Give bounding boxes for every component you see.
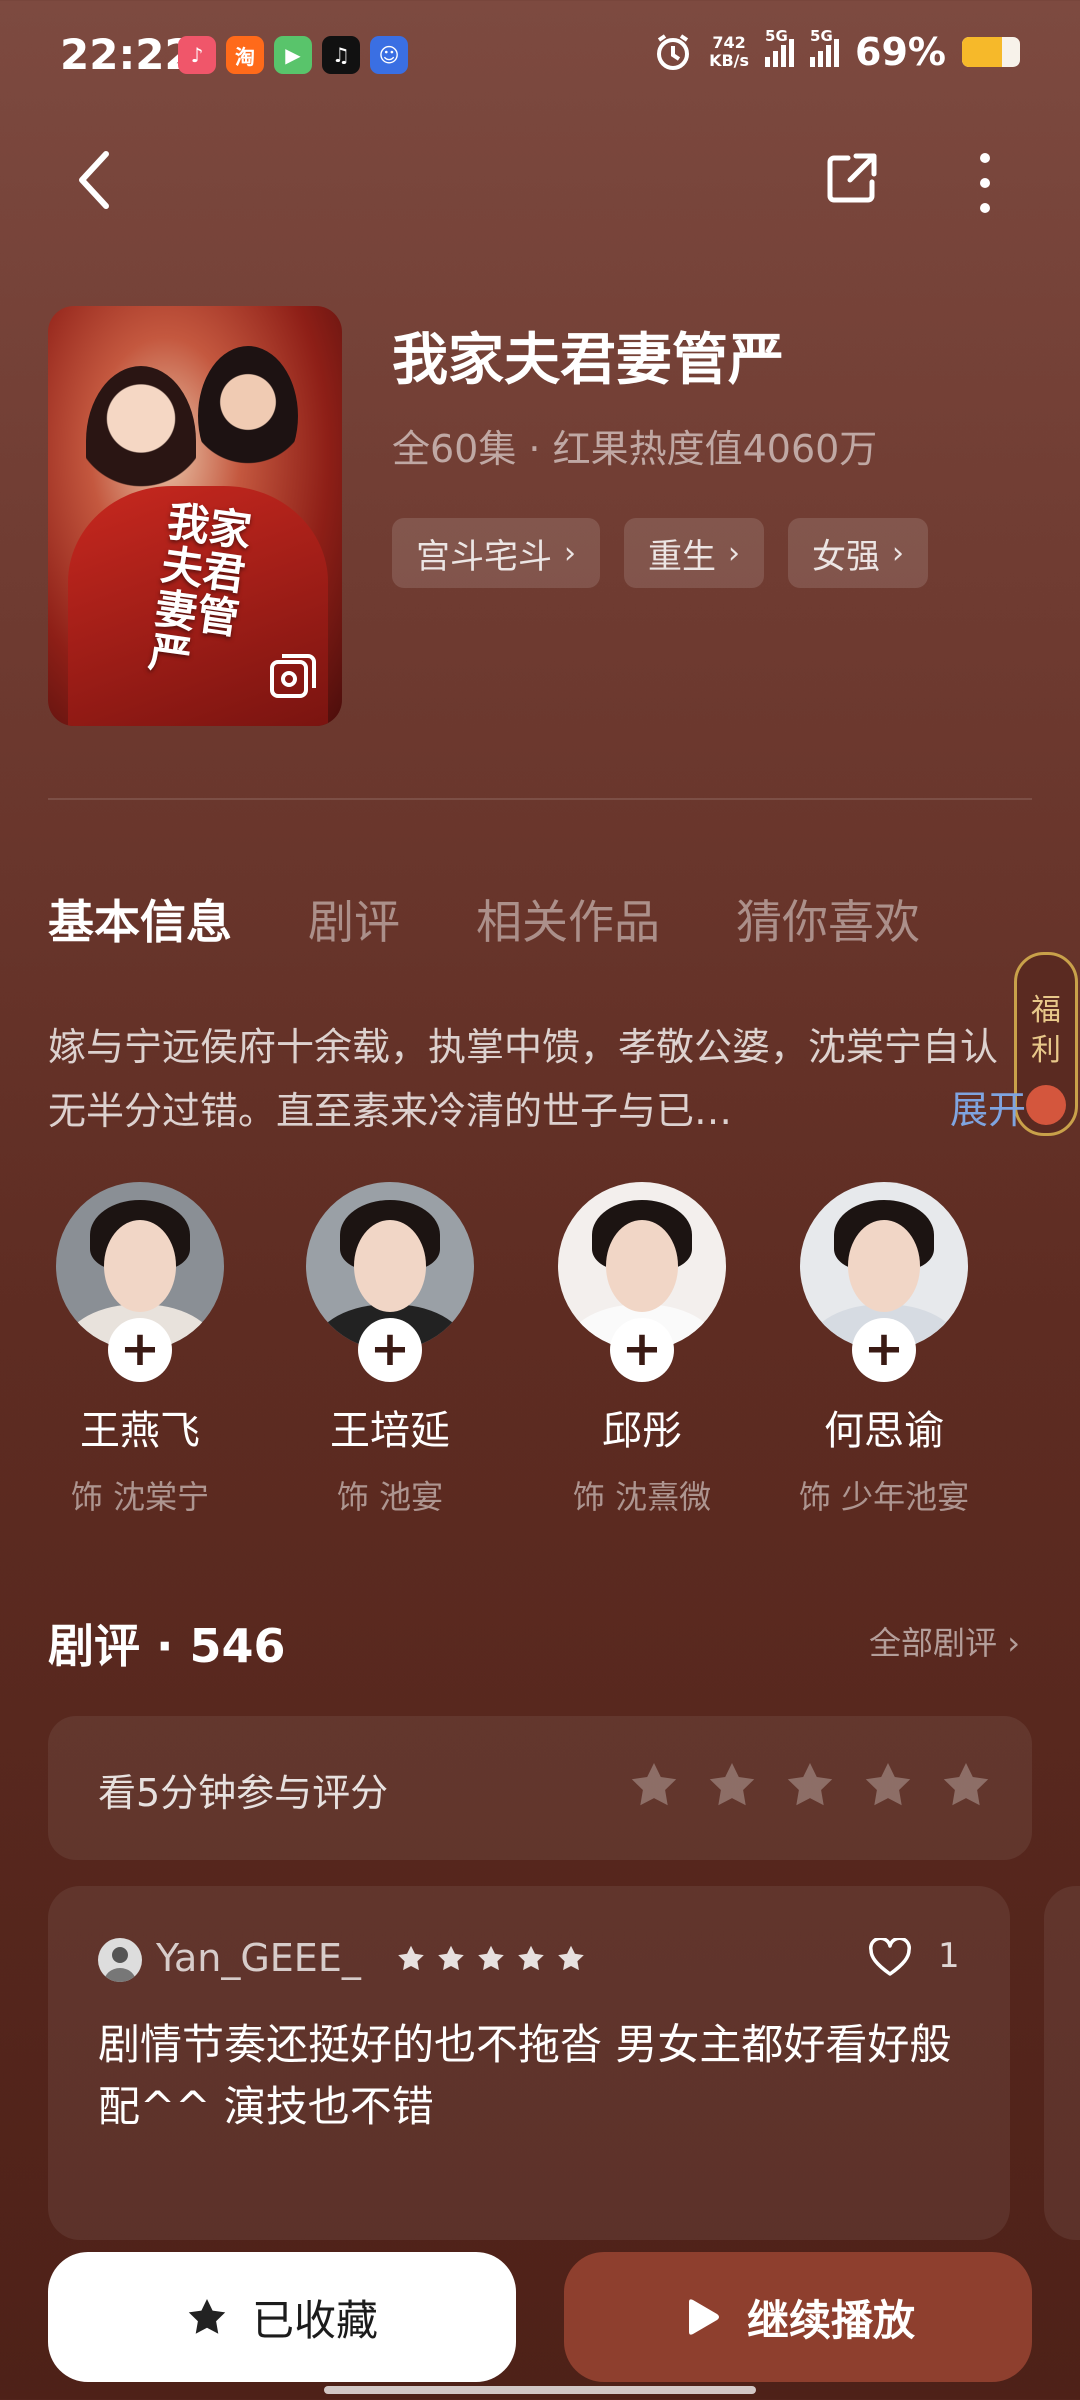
app-icon: ☺ [370, 36, 408, 74]
reviews-title: 剧评 · 546 [48, 1619, 286, 1673]
tag-button[interactable]: 女强 › [788, 518, 928, 588]
signal-2: 5G [810, 27, 840, 67]
status-right: 742 KB/s 5G 5G 69% [653, 27, 1020, 74]
review-star-icon [558, 1945, 584, 1971]
chevron-right-icon: › [1007, 1624, 1020, 1662]
review-star-icon [438, 1945, 464, 1971]
tab-bar: 基本信息 剧评 相关作品 猜你喜欢 [48, 886, 920, 952]
status-time: 22:22 [60, 30, 194, 79]
synopsis-text: 嫁与宁远侯府十余载，执掌中馈，孝敬公婆，沈棠宁自认无半分过错。直至素来冷清的世子… [48, 1025, 999, 1133]
battery-percent: 69% [855, 30, 946, 74]
drama-poster[interactable]: 我家夫君妻管严 [48, 306, 342, 726]
signal-1: 5G [765, 27, 795, 67]
heart-icon[interactable] [868, 1938, 912, 1978]
review-star-icon [398, 1945, 424, 1971]
tag-button[interactable]: 重生 › [624, 518, 764, 588]
collect-button[interactable]: 已收藏 [48, 2252, 516, 2382]
rate-star-icon[interactable] [862, 1760, 914, 1812]
actor-name: 王培延 [330, 1408, 450, 1454]
genre-tags: 宫斗宅斗 › 重生 › 女强 › [392, 518, 928, 588]
follow-plus-icon[interactable]: + [108, 1318, 172, 1382]
actor-role: 饰 沈棠宁 [70, 1478, 210, 1516]
battery-icon [962, 37, 1020, 67]
review-card-next[interactable] [1044, 1886, 1080, 2240]
net-speed: 742 KB/s [709, 33, 750, 70]
rate-prompt: 看5分钟参与评分 [98, 1771, 389, 1815]
actor-role: 饰 沈熹微 [572, 1478, 712, 1516]
review-star-icon [478, 1945, 504, 1971]
welfare-badge-icon [1026, 1085, 1066, 1125]
cast-item[interactable]: + 何思谕 饰 少年池宴 [774, 1182, 994, 1518]
welfare-label: 福利 [1031, 993, 1061, 1068]
taobao-icon: 淘 [226, 36, 264, 74]
cast-item[interactable]: + 邱彤 饰 沈熹微 [532, 1182, 752, 1518]
tab-recommend[interactable]: 猜你喜欢 [736, 886, 920, 952]
cast-item[interactable]: + 王培延 饰 池宴 [280, 1182, 500, 1518]
review-star-icon [518, 1945, 544, 1971]
review-card[interactable]: Yan_GEEE_ 1 剧情节奏还挺好的也不拖沓 男女主都好看好般配^^ 演技也… [48, 1886, 1010, 2240]
expand-link[interactable]: 展开 [950, 1079, 1026, 1134]
star-filled-icon [188, 2299, 226, 2334]
chevron-right-icon: › [892, 535, 904, 571]
status-app-icons: ♪ 淘 ▶ ♫ ☺ [178, 36, 408, 74]
home-indicator[interactable] [324, 2386, 756, 2394]
review-text: 剧情节奏还挺好的也不拖沓 男女主都好看好般配^^ 演技也不错 [98, 2020, 952, 2131]
like-count: 1 [938, 1936, 960, 1976]
tab-related[interactable]: 相关作品 [476, 886, 660, 952]
share-icon[interactable] [822, 148, 882, 208]
actor-role: 饰 池宴 [336, 1478, 444, 1516]
chevron-right-icon: › [728, 535, 740, 571]
more-vertical-icon[interactable] [970, 150, 1000, 216]
douyin-icon: ♪ [178, 36, 216, 74]
tab-reviews[interactable]: 剧评 [308, 886, 400, 952]
video-icon: ▶ [274, 36, 312, 74]
divider [48, 798, 1032, 800]
tag-button[interactable]: 宫斗宅斗 › [392, 518, 600, 588]
rate-star-icon[interactable] [784, 1760, 836, 1812]
chevron-right-icon: › [564, 535, 576, 571]
alarm-icon [657, 34, 690, 70]
actor-name: 王燕飞 [80, 1408, 200, 1454]
cast-list: + 王燕飞 饰 沈棠宁 + 王培延 饰 池宴 + 邱彤 饰 沈熹微 + 何思谕 … [48, 1182, 1080, 1522]
actor-name: 何思谕 [824, 1408, 944, 1454]
drama-title: 我家夫君妻管严 [392, 328, 784, 393]
rating-stars [628, 1760, 992, 1812]
actor-role: 饰 少年池宴 [798, 1478, 970, 1516]
rate-star-icon[interactable] [628, 1760, 680, 1812]
drama-meta: 全60集 · 红果热度值4060万 [392, 427, 878, 471]
review-username: Yan_GEEE_ [156, 1936, 361, 1980]
follow-plus-icon[interactable]: + [358, 1318, 422, 1382]
rate-star-icon[interactable] [706, 1760, 758, 1812]
rate-star-icon[interactable] [940, 1760, 992, 1812]
gallery-icon[interactable] [268, 650, 320, 702]
follow-plus-icon[interactable]: + [610, 1318, 674, 1382]
actor-name: 邱彤 [602, 1408, 682, 1454]
chevron-left-icon[interactable] [70, 148, 122, 212]
continue-play-button[interactable]: 继续播放 [564, 2252, 1032, 2382]
tab-basic-info[interactable]: 基本信息 [48, 886, 232, 952]
avatar [98, 1938, 142, 1982]
play-icon [688, 2299, 719, 2335]
all-reviews-link[interactable]: 全部剧评 › [869, 1618, 1020, 1664]
cast-item[interactable]: + 王燕飞 饰 沈棠宁 [30, 1182, 250, 1518]
rating-box: 看5分钟参与评分 [48, 1716, 1032, 1860]
review-stars [396, 1944, 586, 1974]
follow-plus-icon[interactable]: + [852, 1318, 916, 1382]
tiktok-icon: ♫ [322, 36, 360, 74]
